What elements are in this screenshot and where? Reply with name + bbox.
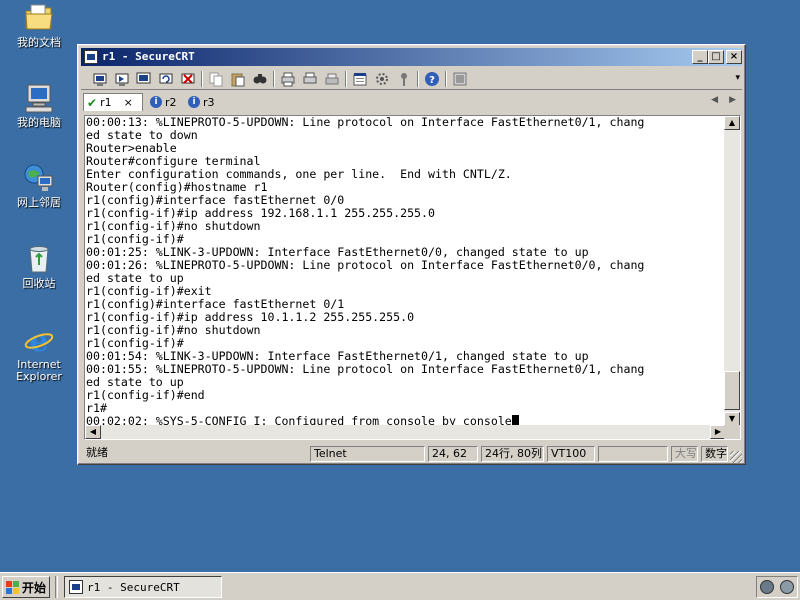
terminal-area[interactable]: 00:00:13: %LINEPROTO-5-UPDOWN: Line prot… [84,115,741,440]
quick-connect-icon[interactable] [113,70,131,88]
reconnect-icon[interactable] [157,70,175,88]
status-protocol: Telnet [310,446,425,462]
svg-text:?: ? [429,75,435,86]
connect-in-tab-icon[interactable] [135,70,153,88]
start-label: 开始 [22,580,47,595]
windows-logo-icon [6,580,19,594]
status-cursor-position: 24, 62 [428,446,478,462]
status-ready: 就绪 [86,446,108,459]
tab-scroll-left-icon[interactable]: ◀ [711,95,718,105]
desktop-icon-recycle-bin[interactable]: 回收站 [8,243,70,290]
global-options-icon[interactable] [373,70,391,88]
desktop-icon-network[interactable]: 网上邻居 [8,162,70,209]
tab-r1[interactable]: ✔ r1 × [83,93,143,111]
help-icon[interactable]: ? [423,70,441,88]
map-icon[interactable] [451,70,469,88]
desktop-icon-label: 我的电脑 [17,116,61,129]
my-documents-icon [23,2,55,34]
desktop-icon-internet-explorer[interactable]: e Internet Explorer [8,324,70,383]
print-icon[interactable] [279,70,297,88]
tab-close-icon[interactable]: × [124,96,133,109]
terminal-line: ed state to down [86,128,198,142]
tab-label: r2 [165,95,177,109]
status-terminal-size: 24行, 80列 [481,446,544,462]
my-computer-icon [23,82,55,114]
internet-explorer-icon: e [23,324,55,359]
resize-grip[interactable] [730,451,742,463]
connected-check-icon: ✔ [87,95,98,110]
info-icon: i [150,96,162,108]
paste-icon[interactable] [229,70,247,88]
tab-r3[interactable]: i r3 [185,93,221,111]
desktop-icon-label: Internet Explorer [16,358,62,383]
window-title: r1 - SecureCRT [102,50,195,63]
scroll-left-icon[interactable]: ◀ [85,425,101,439]
taskbar-separator [55,576,58,598]
recycle-bin-icon [23,243,55,275]
close-button[interactable]: × [726,50,742,64]
desktop-icon-my-computer[interactable]: 我的电脑 [8,82,70,129]
tab-label: r3 [203,95,215,109]
status-emulation: VT100 [547,446,595,462]
desktop-icon-label: 回收站 [22,277,56,290]
toolbar-separator [345,71,347,87]
svg-text:e: e [29,324,48,356]
taskbar-item-securecrt[interactable]: r1 - SecureCRT [64,576,222,598]
title-bar[interactable]: r1 - SecureCRT _ □ × [81,48,742,66]
scroll-down-icon[interactable]: ▼ [724,412,740,426]
tab-scroll-right-icon[interactable]: ▶ [729,95,736,105]
copy-icon[interactable] [207,70,225,88]
toolbar-overflow-chevron-icon[interactable]: ▾ [735,73,740,83]
tab-r2[interactable]: i r2 [147,93,183,111]
scrollbar-corner [724,425,740,439]
status-num-lock: 数字 [701,446,728,462]
desktop-icon-label: 我的文档 [17,36,61,49]
status-caps-lock: 大写 [671,446,698,462]
vertical-scroll-thumb[interactable] [724,371,740,410]
vertical-scrollbar[interactable]: ▲ ▼ [724,116,740,426]
securecrt-app-icon [69,580,83,594]
system-tray [756,576,798,598]
tab-label: r1 [100,96,112,109]
desktop-icon-label: 网上邻居 [17,196,61,209]
terminal-line: r1(config-if)#end [86,388,205,402]
info-icon: i [188,96,200,108]
horizontal-scrollbar[interactable]: ◀ ▶ [85,425,726,439]
toolbar-separator [445,71,447,87]
toolbar-separator [417,71,419,87]
maximize-button[interactable]: □ [708,50,724,64]
find-icon[interactable] [251,70,269,88]
taskbar-item-label: r1 - SecureCRT [87,580,180,594]
tray-volume-icon[interactable] [760,580,774,594]
minimize-button[interactable]: _ [692,50,708,64]
start-button[interactable]: 开始 [2,576,50,598]
toolbar-separator [201,71,203,87]
toolbar-separator [273,71,275,87]
session-tabs: ✔ r1 × i r2 i r3 ◀ ▶ [81,91,742,113]
toolbar: ? ▾ [81,68,742,90]
printer-icon[interactable] [323,70,341,88]
terminal-output[interactable]: 00:00:13: %LINEPROTO-5-UPDOWN: Line prot… [86,116,726,426]
securecrt-window: r1 - SecureCRT _ □ × ? ▾ ✔ r1 × i r2 i r… [77,44,746,465]
network-places-icon [23,162,55,194]
connect-icon[interactable] [91,70,109,88]
securecrt-app-icon [84,50,98,64]
session-options-icon[interactable] [351,70,369,88]
status-bar: 就绪 Telnet 24, 62 24行, 80列 VT100 大写 数字 [81,445,742,463]
status-blank [598,446,668,462]
desktop-icon-my-documents[interactable]: 我的文档 [8,2,70,49]
tray-network-icon[interactable] [780,580,794,594]
scroll-up-icon[interactable]: ▲ [724,116,740,130]
taskbar: 开始 r1 - SecureCRT [0,572,800,600]
keymap-icon[interactable] [395,70,413,88]
print-selection-icon[interactable] [301,70,319,88]
disconnect-icon[interactable] [179,70,197,88]
